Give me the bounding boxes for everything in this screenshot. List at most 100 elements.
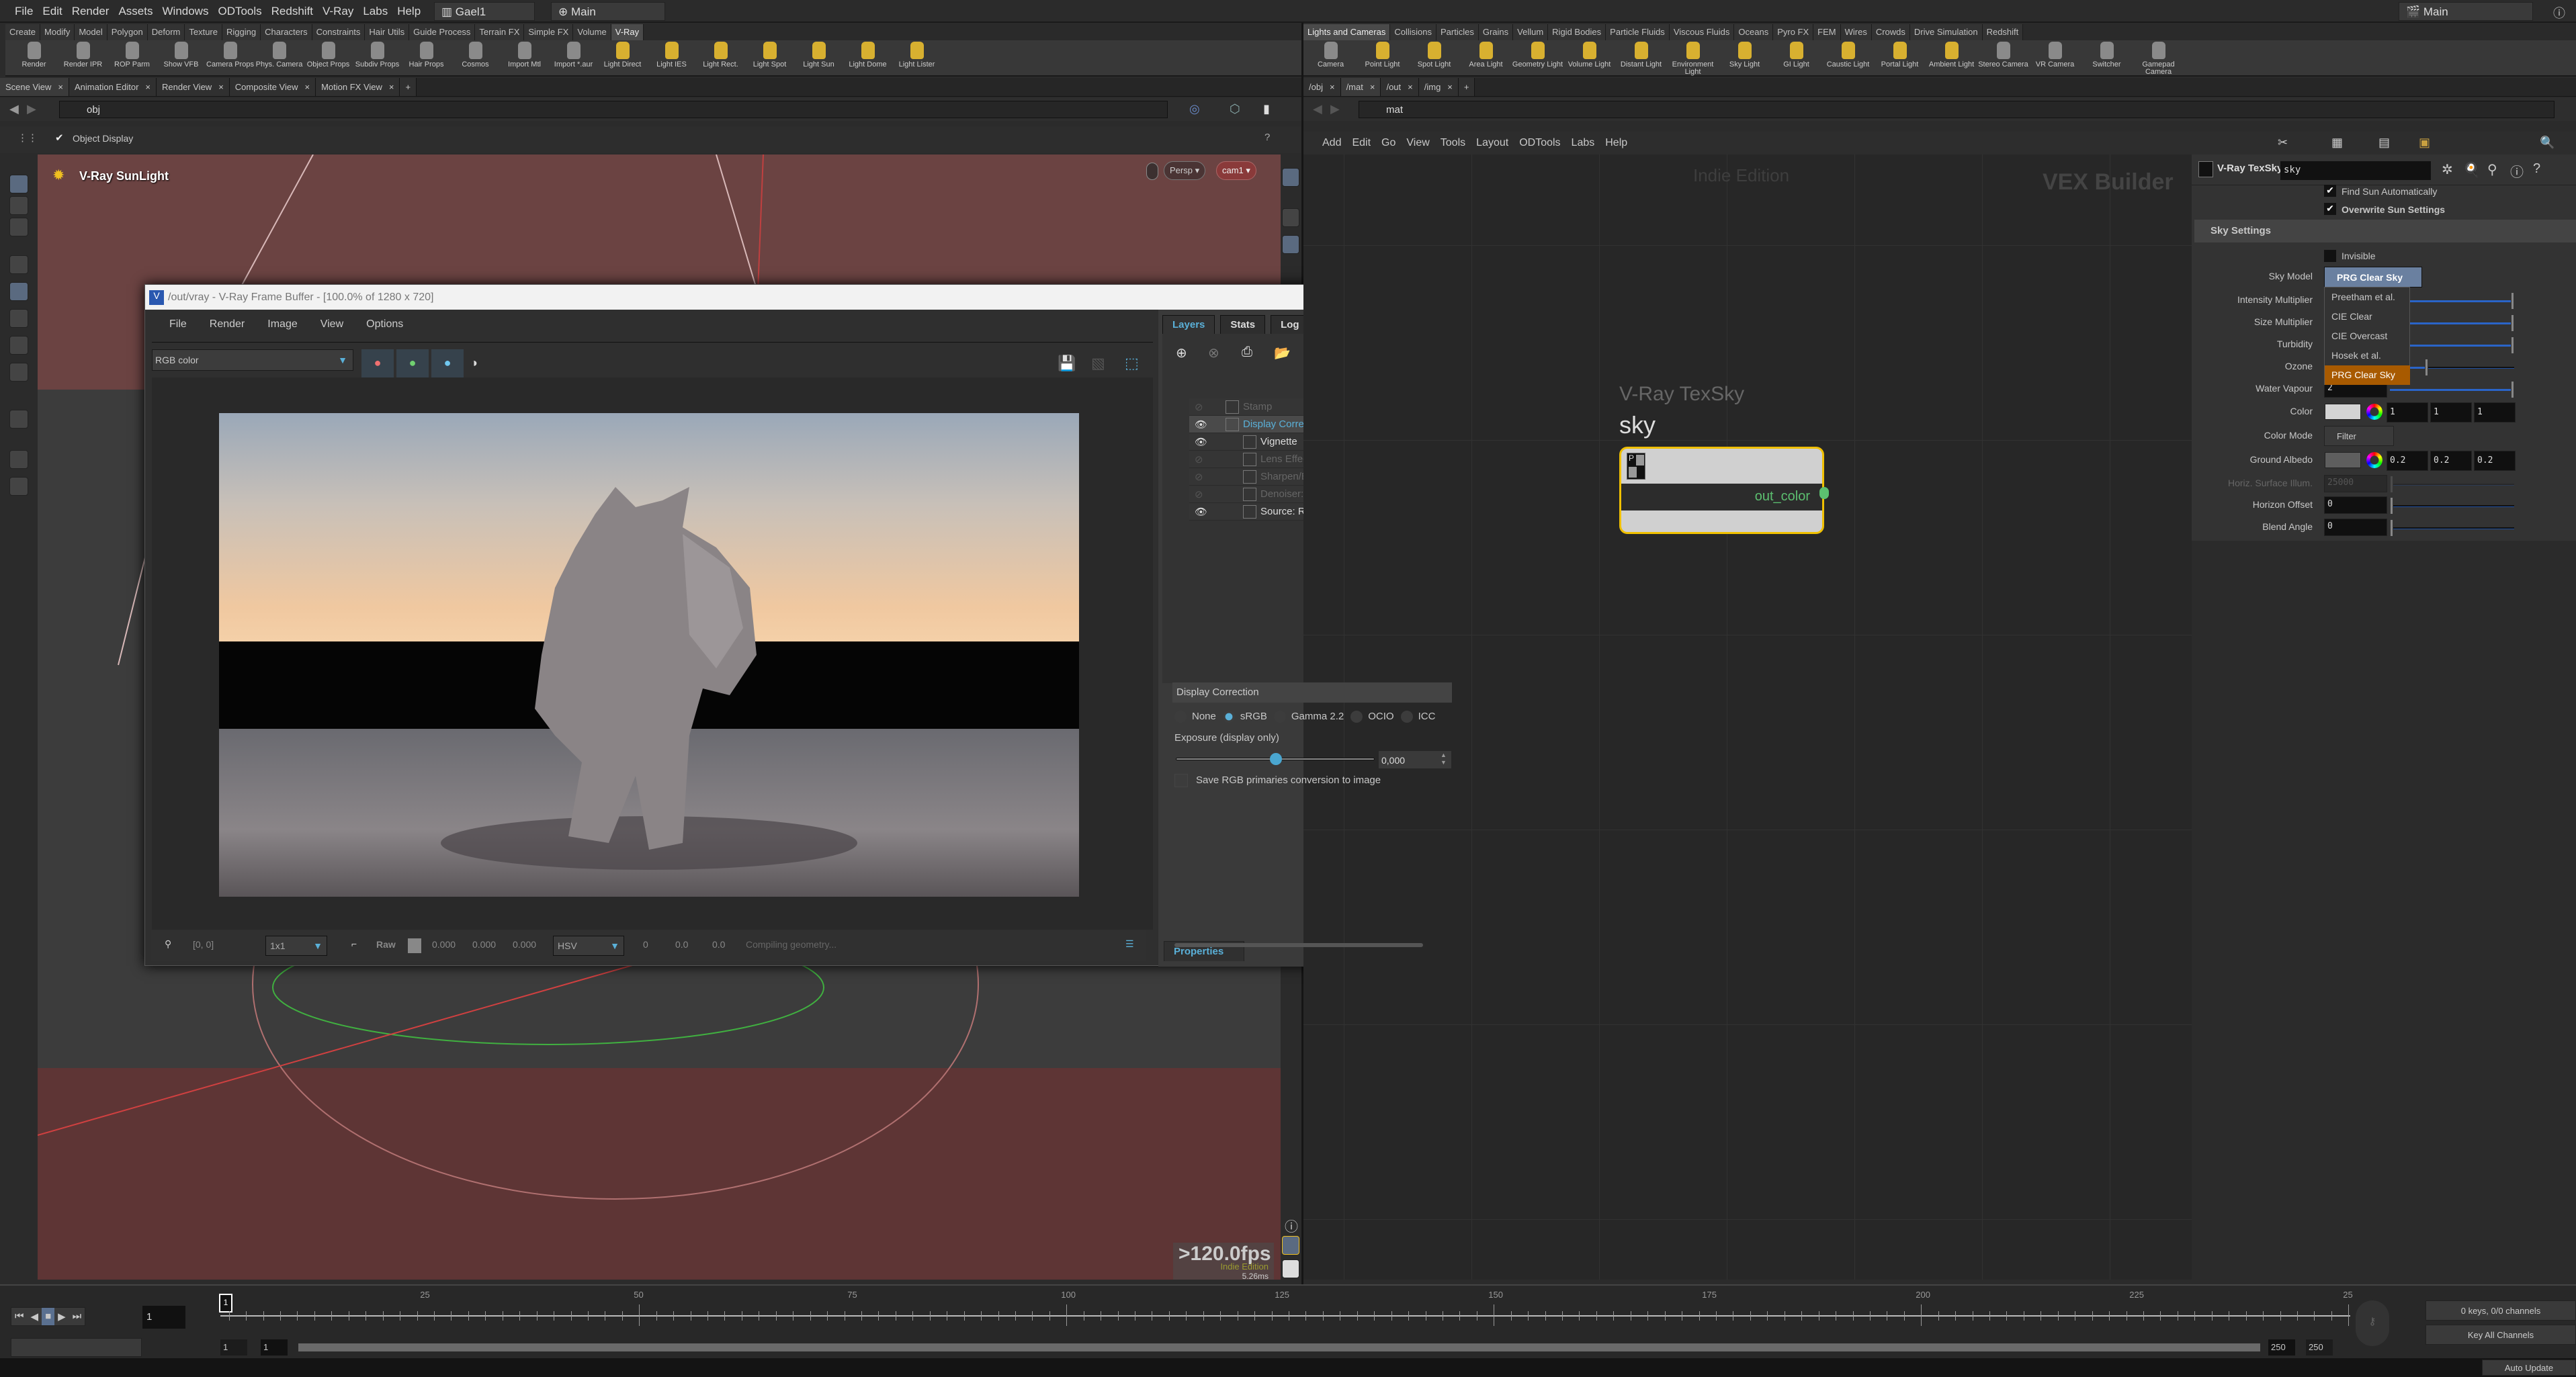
network-tab[interactable]: /out ×	[1381, 78, 1419, 96]
shelf-tab[interactable]: Rigid Bodies	[1548, 24, 1606, 40]
dropdown-option[interactable]: PRG Clear Sky	[2325, 365, 2410, 385]
right-context-selector[interactable]: 🎬 Main	[2399, 2, 2533, 21]
shelf-tab[interactable]: Terrain FX	[475, 24, 525, 40]
color-swatch[interactable]	[2325, 404, 2361, 420]
save-layers-icon[interactable]: ⎙	[1242, 345, 1252, 360]
panel-icon[interactable]: ▮	[1263, 102, 1270, 116]
param-slider[interactable]	[2390, 519, 2514, 537]
color-component-field[interactable]: 0.2	[2474, 451, 2516, 471]
wireframe-icon[interactable]	[1282, 208, 1299, 227]
shelf-tab[interactable]: Model	[75, 24, 108, 40]
shelf-tool[interactable]: Caustic Light	[1822, 40, 1874, 69]
vfb-menu-image[interactable]: Image	[267, 318, 297, 330]
path-field[interactable]: obj	[59, 101, 1168, 118]
invisible-checkbox[interactable]	[2324, 250, 2336, 262]
menu-redshift[interactable]: Redshift	[271, 5, 313, 18]
eye-hidden-icon[interactable]: ⊘	[1189, 488, 1243, 500]
shelf-tool[interactable]: Light Rect.	[696, 40, 745, 69]
sample-size-select[interactable]: 1x1 ▼	[265, 936, 327, 956]
shelf-tool[interactable]: Gamepad Camera	[2133, 40, 2184, 76]
context-selector[interactable]: ⊕ Main	[551, 2, 665, 21]
vfb-tab-stats[interactable]: Stats	[1220, 315, 1266, 335]
shelf-tool[interactable]: Light Direct	[598, 40, 647, 69]
find-sun-checkbox[interactable]: ✔	[2324, 185, 2336, 197]
dropdown-option[interactable]: Hosek et al.	[2325, 346, 2410, 365]
vfb-menu-file[interactable]: File	[169, 318, 187, 330]
back-icon[interactable]: ◀	[1313, 102, 1322, 116]
current-frame-field[interactable]: 1	[142, 1306, 185, 1329]
shelf-tab[interactable]: Texture	[185, 24, 222, 40]
dropdown-option[interactable]: Preetham et al.	[2325, 287, 2410, 307]
grid-menu-icon[interactable]: ⋮⋮	[17, 132, 38, 144]
add-layer-icon[interactable]: ⊕	[1176, 345, 1187, 361]
network-path-field[interactable]: mat	[1359, 101, 2554, 118]
eye-hidden-icon[interactable]: ⊘	[1189, 453, 1243, 465]
tools-icon[interactable]: ✂	[2278, 136, 2288, 150]
forward-icon[interactable]: ▶	[1330, 102, 1340, 116]
image-canvas[interactable]	[152, 377, 1153, 930]
slider-handle[interactable]	[2424, 359, 2428, 376]
cook-icon[interactable]: 🍳	[2463, 161, 2480, 178]
handle-tool-icon[interactable]	[9, 218, 28, 236]
overwrite-sun-checkbox[interactable]: ✔	[2324, 203, 2336, 215]
network-menu-layout[interactable]: Layout	[1476, 137, 1508, 149]
mode-radio-none[interactable]: None	[1174, 711, 1216, 723]
menu-labs[interactable]: Labs	[363, 5, 388, 18]
keys-channels-button[interactable]: 0 keys, 0/0 channels	[2425, 1300, 2576, 1321]
color-component-field[interactable]: 0.2	[2430, 451, 2472, 471]
color-space-select[interactable]: HSV ▼	[553, 936, 624, 956]
shelf-tool[interactable]: Switcher	[2081, 40, 2133, 69]
channel-select[interactable]: RGB color ▼	[152, 349, 353, 371]
shelf-tool[interactable]: Point Light	[1357, 40, 1408, 69]
key-mode-button[interactable]: Key All Channels	[2425, 1325, 2576, 1345]
network-menu-odtools[interactable]: ODTools	[1519, 137, 1560, 149]
color-component-field[interactable]: 1	[2474, 402, 2516, 423]
shelf-tool[interactable]: Environment Light	[1667, 40, 1719, 76]
shelf-tab[interactable]: Constraints	[312, 24, 366, 40]
node-sky[interactable]: P out_color	[1619, 447, 1824, 534]
shelf-tool[interactable]: GI Light	[1770, 40, 1822, 69]
shelf-tool[interactable]: Stereo Camera	[1977, 40, 2029, 69]
save-image-icon[interactable]: 💾	[1058, 355, 1076, 372]
load-layers-icon[interactable]: 📂	[1274, 345, 1291, 361]
eye-icon[interactable]	[1282, 1259, 1299, 1278]
vfb-menu-options[interactable]: Options	[366, 318, 403, 330]
delete-layer-icon[interactable]: ⊗	[1208, 345, 1219, 361]
vfb-menu-view[interactable]: View	[320, 318, 343, 330]
menu-assets[interactable]: Assets	[118, 5, 153, 18]
color-component-field[interactable]: 1	[2430, 402, 2472, 423]
mode-radio-ocio[interactable]: OCIO	[1350, 711, 1394, 723]
play-reverse-icon[interactable]: ◀	[28, 1308, 42, 1325]
shelf-tab[interactable]: Particle Fluids	[1606, 24, 1670, 40]
pane-tab[interactable]: Animation Editor ×	[69, 78, 157, 96]
blue-channel-toggle[interactable]: ●	[431, 349, 464, 382]
slider-handle[interactable]	[2511, 337, 2514, 354]
dropdown-option[interactable]: CIE Overcast	[2325, 326, 2410, 346]
shelf-tool[interactable]: Area Light	[1460, 40, 1512, 69]
node-type-icon[interactable]	[2198, 161, 2213, 177]
snap-tool-icon[interactable]	[9, 450, 28, 469]
shelf-tool[interactable]: Import *.aur	[549, 40, 598, 69]
pane-tab[interactable]: Render View ×	[157, 78, 230, 96]
pixel-pick-icon[interactable]: ⚲	[165, 938, 171, 950]
network-box-icon[interactable]: ▣	[2419, 136, 2430, 150]
shelf-tab[interactable]: V-Ray	[611, 24, 644, 40]
end-frame-field[interactable]: 250	[2268, 1339, 2295, 1356]
play-icon[interactable]: ▶	[54, 1308, 69, 1325]
network-menu-add[interactable]: Add	[1322, 137, 1341, 149]
sky-settings-section[interactable]: Sky Settings	[2194, 220, 2576, 242]
search-icon[interactable]: 🔍	[2540, 136, 2554, 150]
close-tab-icon[interactable]: ×	[1370, 82, 1375, 92]
shelf-tool[interactable]: Portal Light	[1874, 40, 1926, 69]
add-tab-icon[interactable]: +	[1458, 78, 1475, 96]
brush-tool-icon[interactable]	[9, 363, 28, 382]
panel-toggle-icon[interactable]: ☰	[1125, 938, 1134, 950]
shelf-tool[interactable]: Render IPR	[58, 40, 108, 69]
shelf-tab[interactable]: Oceans	[1734, 24, 1774, 40]
close-tab-icon[interactable]: ×	[389, 82, 394, 92]
help-icon[interactable]: ⓘ	[2553, 4, 2565, 21]
shelf-tab[interactable]: Redshift	[1982, 24, 2024, 40]
pane-tab[interactable]: Scene View ×	[0, 78, 70, 96]
param-field[interactable]: 0	[2324, 519, 2387, 536]
shelf-tab[interactable]: Wires	[1840, 24, 1872, 40]
